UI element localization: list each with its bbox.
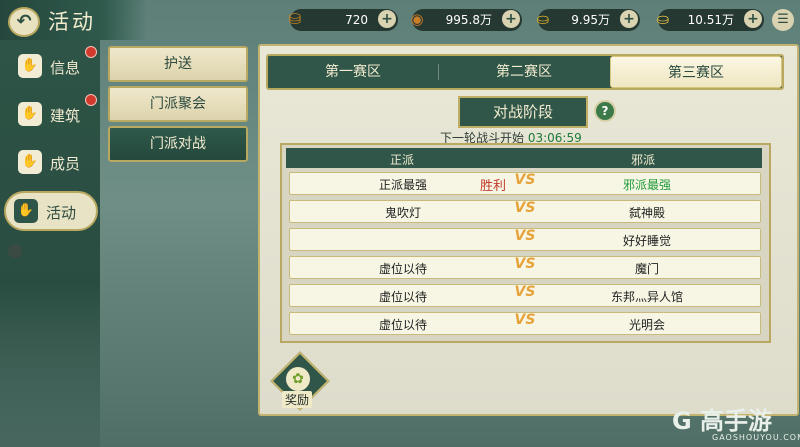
nav-item-building[interactable]: ✋ 建筑 [14,96,94,132]
left-sect: 虚位以待 [378,290,427,304]
silver-ingot-icon: ⛀ [656,10,670,28]
add-coin-button[interactable]: + [502,10,520,28]
matchup-row: 虚位以待 VS 光明会 [289,312,761,335]
right-sect: 邪派最强 [622,178,671,192]
resource-value: 9.95万 [571,13,610,27]
right-sect: 魔门 [634,262,659,276]
hand-icon: ✋ [18,102,42,126]
coin-icon: ◉ [410,10,424,28]
left-sect: 虚位以待 [378,262,427,276]
hand-icon: ✋ [18,150,42,174]
tab-zone-3[interactable]: 第三赛区 [610,56,782,88]
left-sect: 虚位以待 [378,318,427,332]
page-title: 活动 [48,10,96,34]
nav-item-info[interactable]: ✋ 信息 [14,48,94,84]
matchup-row: 虚位以待 VS 东邦灬异人馆 [289,284,761,307]
right-sect: 东邦灬异人馆 [610,290,683,304]
zone-tabs: 第一赛区 第二赛区 第三赛区 [266,54,784,90]
notification-dot [85,46,97,58]
nav-label: 成员 [50,155,81,173]
resource-value: 10.51万 [687,13,734,27]
nav-label: 信息 [50,59,81,77]
ingot-pile-icon: ⛁ [288,10,302,28]
submenu-escort[interactable]: 护送 [108,46,248,82]
resource-coin: ◉ 995.8万 + [410,9,522,31]
righteous-header: 正派 [390,153,415,167]
watermark-url: GAOSHOUYOU.COM [712,433,800,442]
right-sect: 弑神殿 [628,206,665,220]
resource-value: 720 [345,13,368,27]
resource-silver: ⛀ 10.51万 + [657,9,764,31]
nav-item-activity[interactable]: ✋ 活动 [4,191,98,231]
scroll-knob[interactable] [8,244,22,258]
submenu-sect-battle[interactable]: 门派对战 [108,126,248,162]
resource-bar: ⛁ 720 + ◉ 995.8万 + ⛀ 9.95万 + ⛀ 10.51万 + [280,6,798,34]
tab-zone-1[interactable]: 第一赛区 [268,56,438,88]
help-icon[interactable]: ? [594,100,616,122]
add-ingot-button[interactable]: + [378,10,396,28]
hand-icon: ✋ [18,54,42,78]
matchup-row: 虚位以待 VS 魔门 [289,256,761,279]
gold-ingot-icon: ⛀ [536,10,550,28]
resource-ingot-pile: ⛁ 720 + [289,9,398,31]
menu-icon[interactable]: ☰ [772,9,794,31]
nav-item-members[interactable]: ✋ 成员 [14,144,94,180]
notification-dot [85,94,97,106]
resource-gold: ⛀ 9.95万 + [537,9,640,31]
right-sect: 光明会 [628,318,665,332]
matchup-row: 正派最强 胜利 VS 邪派最强 [289,172,761,195]
tab-zone-2[interactable]: 第二赛区 [439,56,609,88]
right-sect: 好好睡觉 [622,234,671,248]
back-arrow-icon[interactable]: ↶ [8,7,40,37]
add-gold-button[interactable]: + [620,10,638,28]
reward-label: 奖励 [282,391,313,408]
matchup-row: 鬼吹灯 VS 弑神殿 [289,200,761,223]
add-silver-button[interactable]: + [744,10,762,28]
evil-header: 邪派 [631,153,656,167]
reward-bag-icon: ✿ [286,367,310,391]
watermark: G 高手游 GAOSHOUYOU.COM [672,401,800,442]
watermark-brand: G 高手游 [672,407,773,435]
left-sect: 鬼吹灯 [384,206,421,220]
nav-label: 建筑 [50,107,81,125]
matchup-row: VS 好好睡觉 [289,228,761,251]
nav-label: 活动 [46,204,77,222]
phase-title: 对战阶段 [458,96,588,128]
hand-icon: ✋ [14,199,38,223]
victory-label: 胜利 [480,179,507,194]
submenu-gathering[interactable]: 门派聚会 [108,86,248,122]
table-header: 正派 邪派 [286,148,762,168]
resource-value: 995.8万 [445,13,492,27]
